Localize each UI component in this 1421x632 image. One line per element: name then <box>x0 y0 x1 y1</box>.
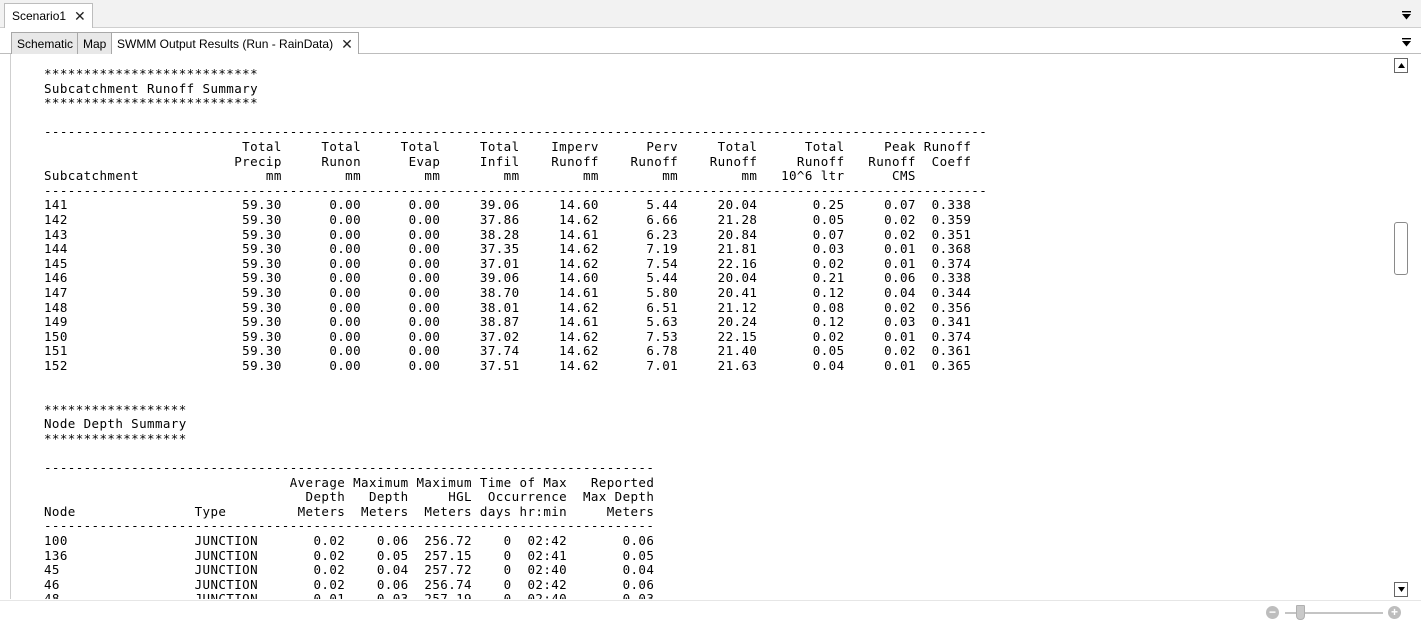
tab-overflow-icon[interactable] <box>1399 8 1413 22</box>
tab-swmm-output-results[interactable]: SWMM Output Results (Run - RainData) ✕ <box>111 32 359 55</box>
close-icon[interactable]: ✕ <box>74 9 86 23</box>
arrow-up-icon <box>1397 63 1405 68</box>
report-viewer[interactable]: *************************** Subcatchment… <box>10 54 1410 599</box>
vertical-scrollbar[interactable] <box>1393 56 1410 599</box>
zoom-out-icon[interactable]: − <box>1266 606 1279 619</box>
tab-swmm-output-label: SWMM Output Results (Run - RainData) <box>117 37 334 51</box>
document-tab-scenario1[interactable]: Scenario1 ✕ <box>4 3 93 28</box>
view-tab-overflow-icon[interactable] <box>1399 35 1413 49</box>
tab-schematic[interactable]: Schematic <box>11 32 80 54</box>
tab-schematic-label: Schematic <box>17 36 74 51</box>
tab-map[interactable]: Map <box>77 32 113 54</box>
arrow-down-icon <box>1397 587 1405 592</box>
zoom-slider-thumb[interactable] <box>1296 605 1305 620</box>
swmm-report-text: *************************** Subcatchment… <box>44 66 988 599</box>
document-tab-strip: Scenario1 ✕ <box>0 0 1421 28</box>
document-tab-label: Scenario1 <box>12 9 67 23</box>
close-icon[interactable]: ✕ <box>341 37 353 51</box>
view-tab-strip: Schematic Map SWMM Output Results (Run -… <box>0 30 1421 55</box>
zoom-in-icon[interactable]: + <box>1388 606 1401 619</box>
scroll-down-button[interactable] <box>1394 582 1408 597</box>
status-bar: − + <box>0 600 1421 632</box>
scroll-thumb[interactable] <box>1394 222 1408 275</box>
scroll-up-button[interactable] <box>1394 58 1408 73</box>
tab-map-label: Map <box>83 36 107 51</box>
